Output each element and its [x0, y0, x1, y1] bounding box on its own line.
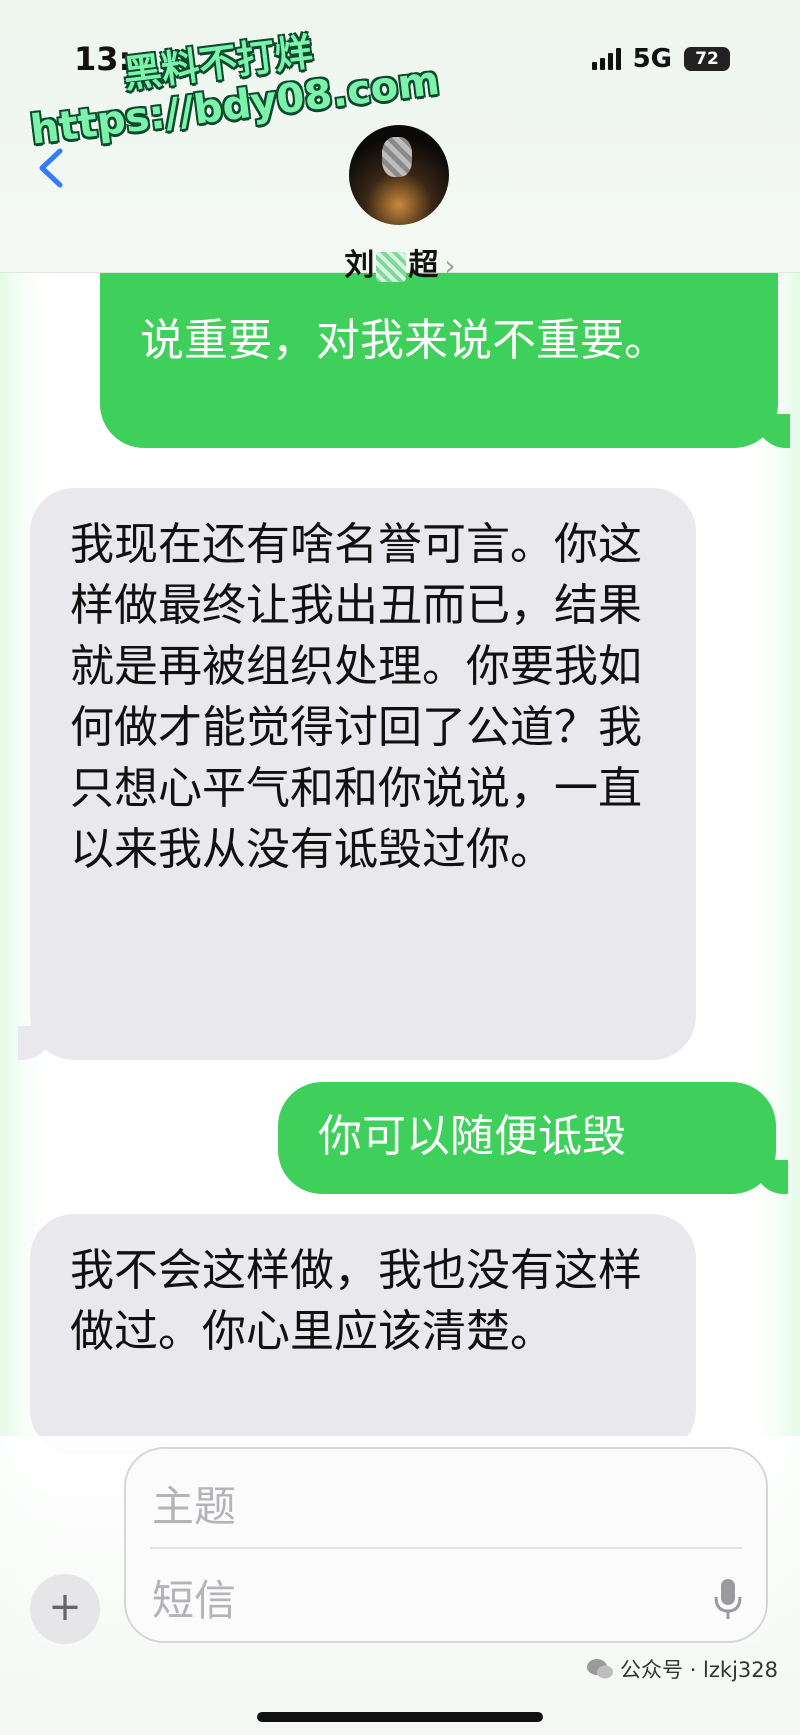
message-field[interactable]: 短信 [152, 1567, 236, 1628]
credit-text: 公众号 · lzkj328 [620, 1658, 778, 1682]
subject-field[interactable]: 主题 [152, 1473, 236, 1534]
message-text: 说重要，对我来说不重要。 [140, 315, 668, 366]
message-outgoing: 你可以随便诋毁 [278, 1082, 788, 1194]
battery-icon: 72 [684, 47, 730, 71]
contact-name[interactable]: 刘超 › [0, 240, 800, 284]
add-attachment-button[interactable]: + [30, 1574, 100, 1644]
battery-level: 72 [695, 49, 719, 69]
message-text: 我现在还有啥名誉可言。你这样做最终让我出丑而已，结果就是再被组织处理。你要我如何… [70, 519, 642, 875]
back-chevron-icon[interactable] [36, 148, 66, 188]
redacted-character [376, 251, 407, 282]
compose-box[interactable]: 主题 短信 [124, 1447, 768, 1643]
message-text: 我不会这样做，我也没有这样做过。你心里应该清楚。 [70, 1245, 642, 1357]
message-incoming: 我现在还有啥名誉可言。你这样做最终让我出丑而已，结果就是再被组织处理。你要我如何… [18, 488, 696, 1060]
bubble-tail [754, 1160, 788, 1194]
bubble-tail [18, 1026, 52, 1060]
signal-icon [591, 48, 621, 70]
chevron-right-icon: › [444, 249, 456, 282]
wechat-icon [587, 1659, 614, 1679]
bubble-tail [756, 414, 790, 448]
contact-name-end: 超 [408, 248, 439, 283]
contact-avatar[interactable] [349, 125, 449, 225]
network-type: 5G [632, 44, 672, 74]
home-indicator[interactable] [257, 1712, 543, 1722]
pixelated-face [382, 137, 412, 177]
message-incoming: 我不会这样做，我也没有这样做过。你心里应该清楚。 [30, 1214, 696, 1454]
credit-label: 公众号 · lzkj328 [586, 1654, 778, 1684]
mic-icon[interactable] [712, 1577, 744, 1621]
message-text: 你可以随便诋毁 [318, 1111, 626, 1162]
compose-divider [150, 1547, 742, 1549]
status-bar-right: 5G 72 [591, 44, 730, 74]
contact-name-start: 刘 [344, 248, 375, 283]
